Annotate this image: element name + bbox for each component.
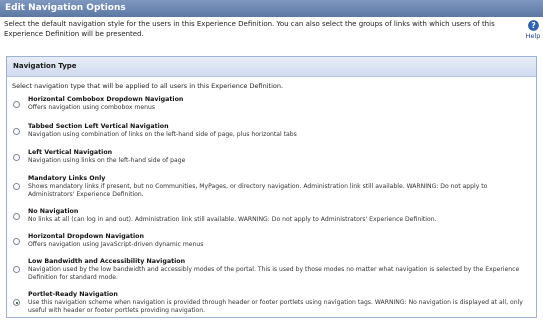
option-title: Horizontal Combobox Dropdown Navigation (28, 96, 184, 103)
option-title: Tabbed Section Left Vertical Navigation (28, 123, 169, 130)
panel-description: Select navigation type that will be appl… (12, 82, 284, 90)
option-title: Mandatory Links Only (28, 175, 106, 182)
help-link[interactable]: ? Help (525, 20, 541, 40)
option-description: Navigation using combination of links on… (28, 131, 297, 138)
option-description: Use this navigation scheme when navigati… (28, 299, 523, 314)
radio-horizontal-dropdown[interactable] (13, 238, 20, 245)
option-title: Horizontal Dropdown Navigation (28, 233, 144, 240)
radio-left-vertical[interactable] (13, 154, 20, 161)
option-title: No Navigation (28, 208, 79, 215)
option-description: Navigation used by the low bandwidth and… (28, 266, 520, 281)
option-description: Shows mandatory links if present, but no… (28, 183, 488, 198)
radio-tabbed-section[interactable] (13, 128, 20, 135)
option-description: Navigation using links on the left-hand … (28, 157, 186, 164)
help-label[interactable]: Help (525, 32, 541, 40)
page-title: Edit Navigation Options (0, 0, 543, 17)
radio-horizontal-combobox[interactable] (13, 101, 20, 108)
option-title: Portlet-Ready Navigation (28, 291, 118, 298)
intro-text: Select the default navigation style for … (4, 20, 495, 38)
svg-text:?: ? (531, 21, 535, 30)
radio-no-navigation[interactable] (13, 213, 20, 220)
navigation-type-panel: Navigation Type Select navigation type t… (6, 56, 537, 318)
option-description: Offers navigation using JavaScript-drive… (28, 241, 204, 248)
radio-mandatory-links[interactable] (13, 183, 20, 190)
radio-low-bandwidth[interactable] (13, 266, 20, 273)
option-description: No links at all (can log in and out). Ad… (28, 216, 437, 223)
option-title: Left Vertical Navigation (28, 149, 113, 156)
help-icon[interactable]: ? (527, 20, 539, 31)
option-title: Low Bandwidth and Accessibility Navigati… (28, 258, 186, 265)
option-description: Offers navigation using combobox menus (28, 104, 156, 111)
panel-title: Navigation Type (7, 57, 536, 77)
radio-portlet-ready[interactable] (13, 299, 20, 306)
